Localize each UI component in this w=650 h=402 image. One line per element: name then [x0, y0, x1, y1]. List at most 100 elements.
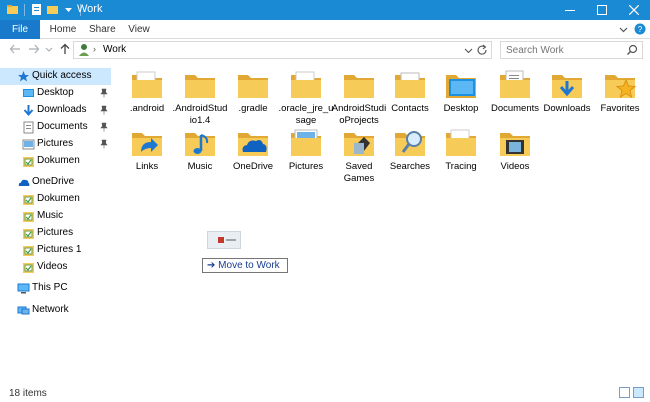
folder-icon	[129, 69, 165, 101]
details-view-button[interactable]	[619, 387, 630, 398]
file-item[interactable]: Pictures	[278, 127, 334, 173]
sidebar-item-desktop[interactable]: Desktop	[0, 85, 111, 102]
file-item[interactable]: Saved Games	[331, 127, 387, 185]
sidebar-item-dokumenti[interactable]: Dokumenti	[0, 191, 111, 208]
network-icon	[17, 304, 30, 320]
tab-share[interactable]: Share	[89, 20, 116, 39]
sidebar-item-pictures[interactable]: Pictures	[0, 225, 111, 242]
links-icon	[129, 127, 165, 159]
searches-icon	[392, 127, 428, 159]
file-item-label: Contacts	[391, 103, 429, 114]
back-button[interactable]	[9, 43, 21, 58]
file-item-label: Saved Games	[343, 161, 375, 184]
sidebar-item-pictures-1[interactable]: Pictures 1	[0, 242, 111, 259]
star-icon	[17, 70, 30, 86]
pin-icon	[100, 105, 108, 117]
file-item[interactable]: Links	[119, 127, 175, 173]
sidebar-item-label: Downloads	[37, 104, 87, 115]
file-item[interactable]: Music	[172, 127, 228, 173]
downloads-icon	[549, 69, 585, 101]
pin-icon	[100, 139, 108, 151]
file-item[interactable]: Desktop	[433, 69, 489, 115]
sidebar-item-downloads[interactable]: Downloads	[0, 102, 111, 119]
file-item[interactable]: .AndroidStudio1.4	[172, 69, 228, 127]
maximize-button[interactable]	[586, 0, 618, 20]
sidebar-item-label: Music	[37, 210, 64, 221]
svg-text:?: ?	[638, 25, 643, 34]
file-item-label: Music	[187, 161, 213, 172]
address-bar[interactable]: › Work	[73, 41, 492, 59]
sidebar-item-videos[interactable]: Videos	[0, 259, 111, 276]
minimize-button[interactable]	[554, 0, 586, 20]
sidebar-item-onedrive[interactable]: OneDrive	[0, 174, 111, 191]
file-item-label: Tracing	[445, 161, 477, 172]
file-item-label: Documents	[490, 103, 540, 114]
breadcrumb-chevron-icon[interactable]: ›	[93, 44, 96, 54]
file-item[interactable]: .oracle_jre_usage	[278, 69, 334, 127]
recent-locations-button[interactable]	[45, 43, 53, 58]
file-item-label: OneDrive	[232, 161, 274, 172]
file-item-label: .AndroidStudio1.4	[172, 103, 228, 126]
documents-icon	[22, 121, 35, 137]
sidebar-item-pictures[interactable]: Pictures	[0, 136, 111, 153]
drag-image-icon	[218, 237, 236, 243]
file-item-label: Desktop	[443, 103, 479, 114]
sidebar-item-music[interactable]: Music	[0, 208, 111, 225]
sidebar-item-this-pc[interactable]: This PC	[0, 280, 111, 297]
help-icon[interactable]: ?	[634, 23, 646, 35]
documents-icon	[497, 69, 533, 101]
file-item[interactable]: Contacts	[382, 69, 438, 115]
tab-file[interactable]: File	[0, 20, 40, 39]
onedrive-icon	[235, 127, 271, 159]
file-item[interactable]: Tracing	[433, 127, 489, 173]
new-folder-icon[interactable]	[46, 3, 59, 16]
file-item[interactable]: .android	[119, 69, 175, 115]
properties-icon[interactable]	[30, 3, 43, 16]
sidebar-item-label: Pictures	[37, 227, 74, 238]
contacts-icon	[392, 69, 428, 101]
file-item-label: .gradle	[238, 103, 268, 114]
file-item[interactable]: Downloads	[539, 69, 595, 115]
file-item[interactable]: .gradle	[225, 69, 281, 115]
pictures-icon	[22, 138, 35, 154]
sidebar-item-documents[interactable]: Documents	[0, 119, 111, 136]
sidebar-item-dokumenti[interactable]: Dokumenti	[0, 153, 111, 170]
search-input[interactable]	[506, 43, 624, 57]
title-bar: Work	[0, 0, 650, 20]
file-item-label: Searches	[389, 161, 431, 172]
pin-icon	[100, 88, 108, 100]
search-icon	[627, 44, 638, 55]
sidebar-item-quick-access[interactable]: Quick access	[0, 68, 111, 85]
forward-button[interactable]	[28, 43, 40, 58]
file-item[interactable]: Searches	[382, 127, 438, 173]
expand-ribbon-icon[interactable]	[619, 25, 628, 34]
customize-toolbar-icon[interactable]	[62, 3, 75, 16]
file-item[interactable]: Favorites	[592, 69, 648, 115]
tab-home[interactable]: Home	[48, 20, 78, 39]
file-item[interactable]: AndroidStudioProjects	[331, 69, 387, 127]
breadcrumb-current[interactable]: Work	[103, 44, 126, 55]
file-item-label: Links	[135, 161, 159, 172]
file-item-label: Videos	[500, 161, 530, 172]
music-icon	[182, 127, 218, 159]
up-button[interactable]	[59, 43, 71, 58]
sidebar-item-network[interactable]: Network	[0, 302, 111, 319]
sidebar-item-label: Pictures	[37, 138, 74, 149]
pictures-icon	[288, 127, 324, 159]
drag-tooltip-text: Move to Work	[218, 260, 280, 271]
file-list: .android .AndroidStudio1.4 .gradle .oracle_…	[113, 64, 650, 382]
search-box[interactable]	[500, 41, 643, 59]
desktop-icon	[443, 69, 479, 101]
file-item[interactable]: OneDrive	[225, 127, 281, 173]
sidebar-item-label: Documents	[37, 121, 88, 132]
tab-view[interactable]: View	[128, 20, 150, 39]
minimize-icon	[565, 10, 575, 11]
cloud-icon	[17, 176, 30, 192]
address-dropdown-icon[interactable]	[464, 46, 473, 55]
file-item[interactable]: Videos	[487, 127, 543, 173]
refresh-icon[interactable]	[476, 44, 488, 56]
item-count: 18 items	[9, 388, 47, 399]
large-icons-view-button[interactable]	[633, 387, 644, 398]
close-button[interactable]	[618, 0, 650, 20]
file-item[interactable]: Documents	[487, 69, 543, 115]
